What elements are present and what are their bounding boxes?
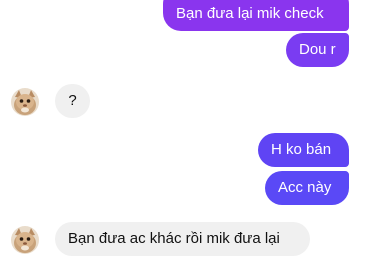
contact-avatar-icon[interactable] [11, 226, 39, 254]
received-message-bubble[interactable]: Bạn đưa ac khác rồi mik đưa lại [55, 222, 310, 256]
sent-message-bubble[interactable]: Bạn đưa lại mik check [163, 0, 349, 31]
contact-avatar-icon[interactable] [11, 88, 39, 116]
sent-message-bubble[interactable]: H ko bán [258, 133, 349, 167]
sent-message-bubble[interactable]: Acc này [265, 171, 349, 205]
received-message-bubble[interactable]: ? [55, 84, 90, 118]
sent-message-bubble[interactable]: Dou r [286, 33, 349, 67]
